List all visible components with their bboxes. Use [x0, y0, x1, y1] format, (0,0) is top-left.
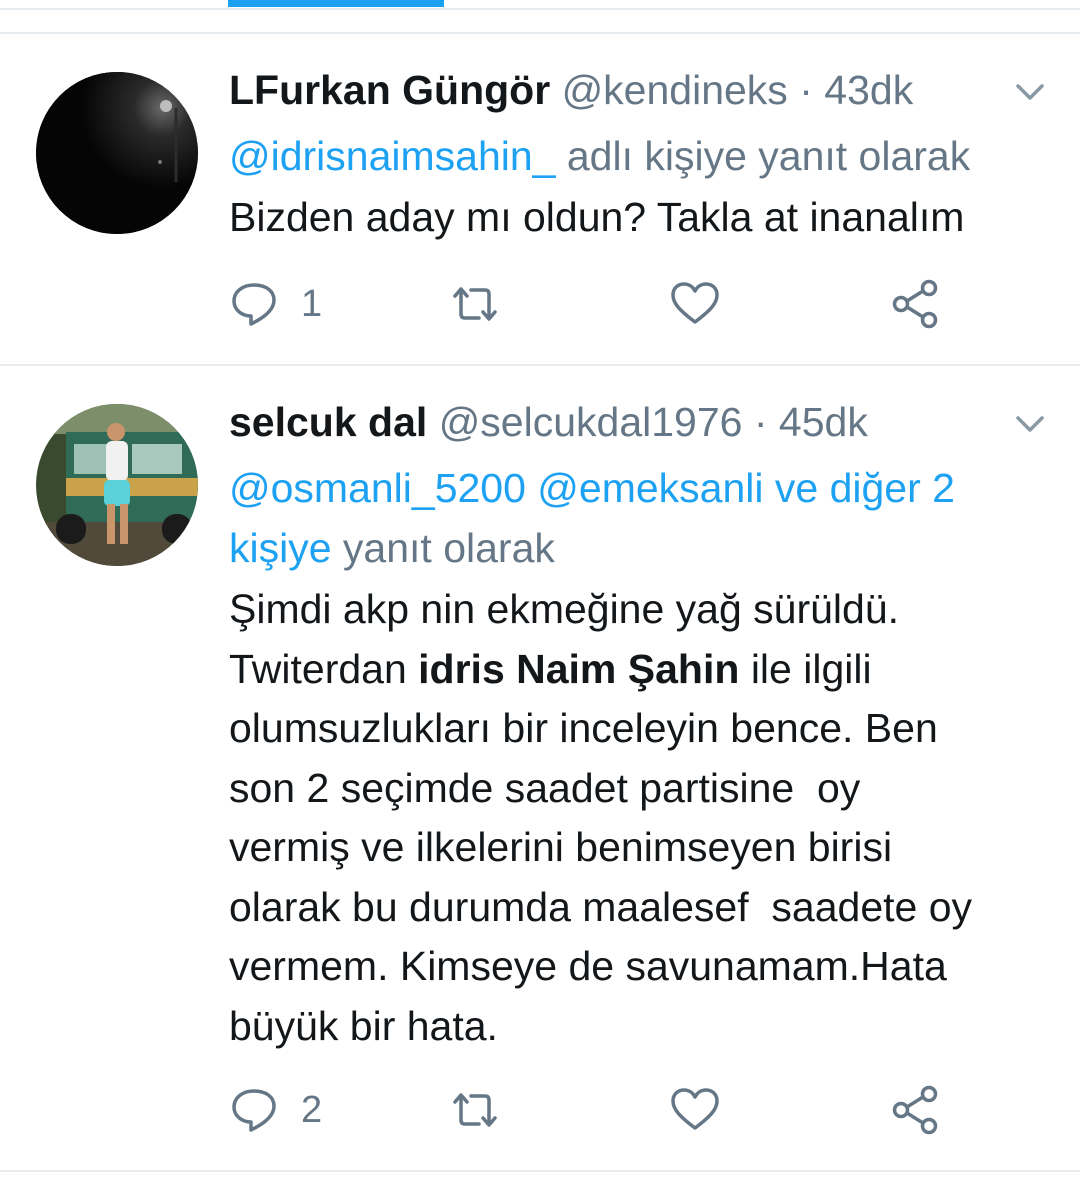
divider: [0, 1170, 1080, 1172]
avatar[interactable]: [36, 72, 198, 234]
tweet-text-line: büyük bir hata.: [229, 1002, 498, 1049]
heart-icon: [669, 1086, 721, 1134]
share-icon: [889, 278, 941, 330]
tweet-text-bold: idris Naim Şahin: [418, 645, 740, 692]
tweet-text-line: Şimdi akp nin ekmeğine yağ sürüldü.: [229, 586, 900, 632]
tweet-header: LFurkan Güngör @kendineks · 43dk: [229, 60, 913, 120]
like-button[interactable]: [669, 1082, 721, 1138]
tweet-text: Şimdi akp nin ekmeğine yağ sürüldü. Twit…: [229, 580, 1059, 1056]
tweet-text: Bizden aday mı oldun? Takla at inanalım: [229, 194, 965, 240]
mention-link[interactable]: @idrisnaimsahin_: [229, 133, 555, 179]
top-tab-strip: [0, 0, 1080, 10]
heart-icon: [669, 280, 721, 328]
divider: [0, 32, 1080, 34]
divider: [0, 364, 1080, 366]
reply-count: 1: [301, 282, 323, 325]
tweet-text-line: olumsuzlukları bir inceleyin bence. Ben: [229, 705, 938, 751]
retweet-icon: [445, 280, 505, 328]
tweet-text-segment: ile ilgili: [739, 645, 872, 692]
tweet-item[interactable]: selcuk dal @selcukdal1976 · 45dk @osmanl…: [0, 392, 1080, 1172]
reply-context-label: yanıt olarak: [331, 525, 555, 571]
mention-link[interactable]: kişiye: [229, 525, 332, 571]
user-name[interactable]: LFurkan Güngör: [229, 67, 550, 113]
reply-bubble-icon: [229, 1086, 279, 1134]
reply-button[interactable]: 1: [229, 276, 322, 332]
share-icon: [889, 1084, 941, 1136]
tweet-text-segment: Twiterdan: [229, 645, 419, 692]
tweet-text-line: olarak bu durumda maalesef saadete oy: [229, 883, 973, 930]
tweet-actions: 1: [229, 276, 989, 332]
share-button[interactable]: [889, 1082, 941, 1138]
retweet-button[interactable]: [445, 276, 505, 332]
tweet-text-line: vermiş ve ilkelerini benimseyen birisi: [229, 824, 893, 870]
user-handle[interactable]: @selcukdal1976: [439, 399, 743, 445]
tweet-actions: 2: [229, 1082, 989, 1138]
reply-context: @idrisnaimsahin_ adlı kişiye yanıt olara…: [229, 126, 1049, 186]
separator-dot: ·: [753, 399, 768, 445]
tweet-time[interactable]: 45dk: [779, 399, 868, 445]
user-name[interactable]: selcuk dal: [229, 399, 427, 445]
retweet-icon: [445, 1086, 505, 1134]
user-handle[interactable]: @kendineks: [562, 67, 788, 113]
reply-bubble-icon: [229, 280, 279, 328]
mention-link[interactable]: @osmanli_5200 @emeksanli ve diğer 2: [229, 465, 955, 511]
reply-button[interactable]: 2: [229, 1082, 322, 1138]
tweet-item[interactable]: LFurkan Güngör @kendineks · 43dk @idrisn…: [0, 60, 1080, 360]
separator-dot: ·: [799, 67, 813, 113]
retweet-button[interactable]: [445, 1082, 505, 1138]
reply-context-label: adlı kişiye yanıt olarak: [555, 133, 971, 179]
tweet-text-line: son 2 seçimde saadet partisine oy: [229, 764, 861, 811]
tweet-time[interactable]: 43dk: [824, 67, 913, 113]
like-button[interactable]: [669, 276, 721, 332]
chevron-down-icon[interactable]: [1008, 406, 1052, 442]
tweet-text-line: vermem. Kimseye de savunamam.Hata: [229, 943, 947, 989]
share-button[interactable]: [889, 276, 941, 332]
active-tab-indicator: [228, 0, 444, 7]
avatar[interactable]: [36, 404, 198, 566]
reply-count: 2: [301, 1088, 323, 1131]
reply-context: @osmanli_5200 @emeksanli ve diğer 2 kişi…: [229, 458, 1049, 578]
tweet-header: selcuk dal @selcukdal1976 · 45dk: [229, 392, 868, 452]
tweet-text-line: Twiterdan idris Naim Şahin ile ilgili: [229, 640, 1059, 700]
chevron-down-icon[interactable]: [1008, 74, 1052, 110]
